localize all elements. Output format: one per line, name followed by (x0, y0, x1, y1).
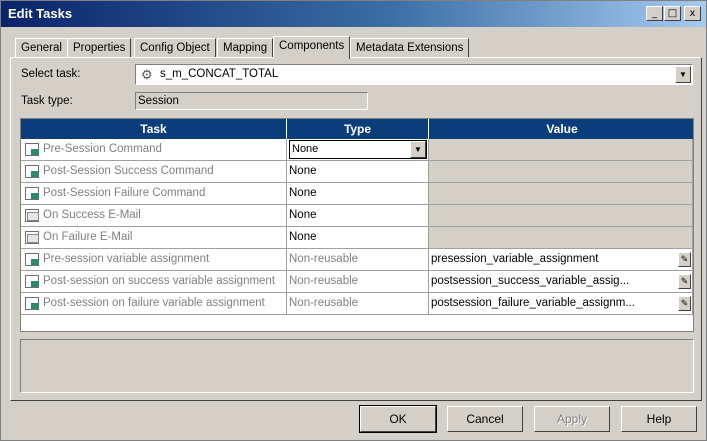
type-cell[interactable]: None (287, 227, 429, 248)
table-row[interactable]: Post-session on success variable assignm… (21, 271, 693, 293)
type-dropdown-value: None (292, 143, 319, 155)
type-cell[interactable]: None (287, 183, 429, 204)
type-cell[interactable]: Non-reusable (287, 271, 429, 292)
task-type-field: Session (135, 92, 368, 110)
value-cell (429, 227, 693, 248)
table-row[interactable]: Post-session on failure variable assignm… (21, 293, 693, 315)
type-cell[interactable]: Non-reusable (287, 249, 429, 270)
type-cell[interactable]: None (287, 205, 429, 226)
minimize-button[interactable]: _ (646, 6, 663, 21)
table-row[interactable]: On Success E-Mail None (21, 205, 693, 227)
value-cell[interactable]: postsession_failure_variable_assignm... (429, 293, 693, 314)
select-task-value: s_m_CONCAT_TOTAL (160, 68, 279, 80)
table-row[interactable]: On Failure E-Mail None (21, 227, 693, 249)
edit-value-icon[interactable]: ✎ (678, 252, 691, 267)
task-cell: Post-Session Failure Command (21, 183, 287, 204)
value-cell (429, 183, 693, 204)
tab-config-object[interactable]: Config Object (134, 38, 216, 58)
type-cell[interactable]: Non-reusable (287, 293, 429, 314)
apply-button[interactable]: Apply (534, 406, 610, 432)
title-bar[interactable]: Edit Tasks _ □ x (1, 1, 706, 27)
tab-metadata-extensions[interactable]: Metadata Extensions (350, 38, 470, 58)
table-row[interactable]: Post-Session Failure Command None (21, 183, 693, 205)
type-dropdown[interactable]: None ▼ (289, 140, 427, 159)
value-cell[interactable]: postsession_success_variable_assig... (429, 271, 693, 292)
type-cell[interactable]: None (287, 161, 429, 182)
column-header-task[interactable]: Task (21, 119, 287, 139)
task-cell: Pre-Session Command (21, 139, 287, 160)
tab-properties[interactable]: Properties (67, 38, 132, 58)
tab-general[interactable]: General (15, 38, 68, 58)
task-cell: Post-session on failure variable assignm… (21, 293, 287, 314)
close-button[interactable]: x (684, 6, 701, 21)
task-type-label: Task type: (21, 95, 73, 107)
task-cell: On Failure E-Mail (21, 227, 287, 248)
edit-value-icon[interactable]: ✎ (678, 274, 691, 289)
table-row[interactable]: Pre-Session Command None ▼ (21, 139, 693, 161)
dropdown-arrow-icon[interactable]: ▼ (410, 141, 426, 158)
session-gear-icon: ⚙ (141, 67, 153, 82)
dropdown-arrow-icon[interactable]: ▼ (675, 66, 691, 83)
task-cell: Pre-session variable assignment (21, 249, 287, 270)
value-cell (429, 139, 693, 160)
value-cell[interactable]: presession_variable_assignment (429, 249, 693, 270)
window-title: Edit Tasks (8, 6, 73, 21)
edit-tasks-dialog: Edit Tasks _ □ x General Properties Conf… (0, 0, 707, 441)
cancel-button[interactable]: Cancel (447, 406, 523, 432)
table-row[interactable]: Pre-session variable assignment Non-reus… (21, 249, 693, 271)
select-task-label: Select task: (21, 68, 81, 80)
ok-button[interactable]: OK (359, 405, 437, 433)
maximize-button[interactable]: □ (664, 6, 681, 21)
column-header-value[interactable]: Value (429, 119, 693, 139)
value-cell (429, 205, 693, 226)
tab-mapping[interactable]: Mapping (217, 38, 274, 58)
tab-components[interactable]: Components (273, 36, 351, 59)
task-cell: On Success E-Mail (21, 205, 287, 226)
description-area (20, 339, 694, 393)
components-grid: Task Type Value Pre-Session Command None… (20, 118, 694, 332)
task-cell: Post-Session Success Command (21, 161, 287, 182)
task-cell: Post-session on success variable assignm… (21, 271, 287, 292)
value-cell (429, 161, 693, 182)
edit-value-icon[interactable]: ✎ (678, 296, 691, 311)
table-row[interactable]: Post-Session Success Command None (21, 161, 693, 183)
select-task-dropdown[interactable]: ⚙ s_m_CONCAT_TOTAL ▼ (135, 64, 693, 85)
column-header-type[interactable]: Type (287, 119, 429, 139)
help-button[interactable]: Help (621, 406, 697, 432)
